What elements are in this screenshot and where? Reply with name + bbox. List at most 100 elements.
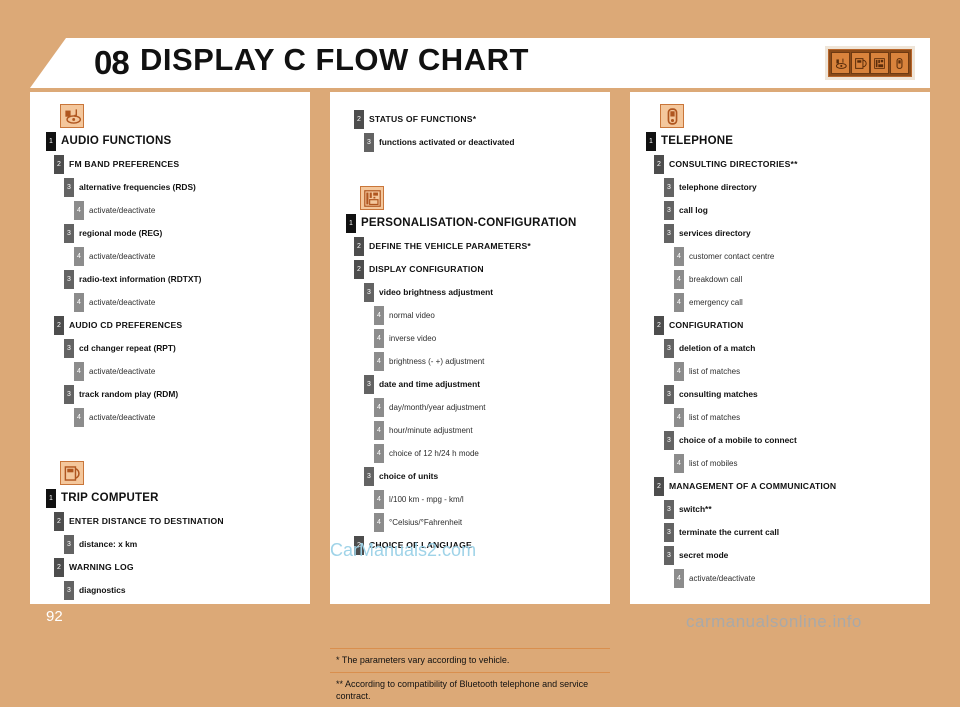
flow-row-label: PERSONALISATION-CONFIGURATION <box>361 217 577 229</box>
level-marker-4: 4 <box>674 270 684 289</box>
level-marker-4: 4 <box>374 444 384 463</box>
flow-row-label: activate/deactivate <box>89 298 156 307</box>
flow-row-label: brightness (- +) adjustment <box>389 357 485 366</box>
flow-row: 4 activate/deactivate <box>74 362 310 381</box>
page-header: 08 DISPLAY C FLOW CHART <box>30 38 930 88</box>
flow-row: 2 CONFIGURATION <box>654 316 930 335</box>
flow-row: 4 activate/deactivate <box>74 247 310 266</box>
flow-row-label: consulting matches <box>679 389 758 399</box>
flow-row: 3 regional mode (REG) <box>64 224 310 243</box>
level-marker-4: 4 <box>674 408 684 427</box>
flow-row-label: ENTER DISTANCE TO DESTINATION <box>69 516 224 526</box>
flow-row: 4 normal video <box>374 306 610 325</box>
level-marker-4: 4 <box>674 454 684 473</box>
flow-row: 2 MANAGEMENT OF A COMMUNICATION <box>654 477 930 496</box>
level-marker-4: 4 <box>74 201 84 220</box>
flow-row-label: secret mode <box>679 550 729 560</box>
flow-row-label: call log <box>679 205 708 215</box>
flow-row-label: TRIP COMPUTER <box>61 492 159 504</box>
flow-row: 2 CONSULTING DIRECTORIES** <box>654 155 930 174</box>
flow-row-label: CONFIGURATION <box>669 320 744 330</box>
flow-row-label: choice of units <box>379 471 439 481</box>
level-marker-4: 4 <box>674 293 684 312</box>
level-marker-4: 4 <box>374 490 384 509</box>
flow-row-label: activate/deactivate <box>89 367 156 376</box>
level-marker-2: 2 <box>354 260 364 279</box>
level-marker-2: 2 <box>54 512 64 531</box>
column-left-content: 1 AUDIO FUNCTIONS 2 FM BAND PREFERENCES 3 alt… <box>30 92 310 616</box>
flow-row-label: day/month/year adjustment <box>389 403 486 412</box>
flow-row: 4 day/month/year adjustment <box>374 398 610 417</box>
flow-row-label: telephone directory <box>679 182 757 192</box>
level-marker-3: 3 <box>64 270 74 289</box>
level-marker-3: 3 <box>64 535 74 554</box>
flow-row: 3 cd changer repeat (RPT) <box>64 339 310 358</box>
flow-row-label: DISPLAY CONFIGURATION <box>369 264 484 274</box>
level-marker-2: 2 <box>654 316 664 335</box>
level-marker-4: 4 <box>374 306 384 325</box>
flow-row: 3 date and time adjustment <box>364 375 610 394</box>
flow-row: 2 WARNING LOG <box>54 558 310 577</box>
level-marker-3: 3 <box>64 224 74 243</box>
flow-row: 3 secret mode <box>664 546 930 565</box>
level-marker-4: 4 <box>374 352 384 371</box>
flow-row-label: list of matches <box>689 413 741 422</box>
level-marker-3: 3 <box>664 385 674 404</box>
flow-row: 3 choice of a mobile to connect <box>664 431 930 450</box>
level-marker-3: 3 <box>664 523 674 542</box>
header-icon-box <box>825 46 915 80</box>
flow-row: 2 DEFINE THE VEHICLE PARAMETERS* <box>354 237 610 256</box>
level-marker-3: 3 <box>64 178 74 197</box>
flow-row-label: distance: x km <box>79 539 138 549</box>
flow-row-label: choice of 12 h/24 h mode <box>389 449 479 458</box>
flow-row: 4 brightness (- +) adjustment <box>374 352 610 371</box>
flow-row-label: activate/deactivate <box>89 206 156 215</box>
flow-row: 4 list of matches <box>674 408 930 427</box>
audio-icon <box>831 52 851 74</box>
flow-row: 4 emergency call <box>674 293 930 312</box>
level-marker-2: 2 <box>54 155 64 174</box>
flow-row: 3 distance: x km <box>64 535 310 554</box>
level-marker-3: 3 <box>664 224 674 243</box>
level-marker-4: 4 <box>674 569 684 588</box>
flow-row: 4 activate/deactivate <box>74 293 310 312</box>
level-marker-2: 2 <box>354 110 364 129</box>
flow-row-label: video brightness adjustment <box>379 287 494 297</box>
column-right: 1 TELEPHONE 2 CONSULTING DIRECTORIES** 3 tele… <box>630 92 930 604</box>
page-number: 92 <box>46 608 63 625</box>
trip-computer-icon <box>850 52 870 74</box>
flow-row: 3 switch** <box>664 500 930 519</box>
flow-row-label: functions activated or deactivated <box>379 137 515 147</box>
flow-row-label: inverse video <box>389 334 437 343</box>
level-marker-2: 2 <box>654 477 664 496</box>
level-marker-3: 3 <box>64 581 74 600</box>
flow-row: 4 l/100 km - mpg - km/l <box>374 490 610 509</box>
flow-row: 3 alternative frequencies (RDS) <box>64 178 310 197</box>
level-marker-4: 4 <box>74 293 84 312</box>
level-marker-2: 2 <box>54 316 64 335</box>
flow-row: 1 PERSONALISATION-CONFIGURATION <box>346 214 610 233</box>
flow-row-label: activate/deactivate <box>89 413 156 422</box>
flow-row: 3 call log <box>664 201 930 220</box>
flow-row-label: breakdown call <box>689 275 743 284</box>
flow-row: 3 video brightness adjustment <box>364 283 610 302</box>
column-right-content: 1 TELEPHONE 2 CONSULTING DIRECTORIES** 3 tele… <box>630 92 930 616</box>
level-marker-4: 4 <box>374 513 384 532</box>
footnote-1: * The parameters vary according to vehic… <box>330 648 610 671</box>
flow-row-label: AUDIO FUNCTIONS <box>61 135 172 147</box>
level-marker-1: 1 <box>46 132 56 151</box>
flow-row: 3 consulting matches <box>664 385 930 404</box>
level-marker-4: 4 <box>74 362 84 381</box>
personalisation-icon <box>360 186 384 210</box>
flow-row: 4 activate/deactivate <box>74 408 310 427</box>
level-marker-4: 4 <box>374 398 384 417</box>
flow-row: 4 list of mobiles <box>674 454 930 473</box>
flow-row-label: FM BAND PREFERENCES <box>69 159 180 169</box>
level-marker-3: 3 <box>664 178 674 197</box>
flow-row-label: diagnostics <box>79 585 126 595</box>
level-marker-2: 2 <box>54 558 64 577</box>
flow-row-label: switch** <box>679 504 712 514</box>
flow-row-label: radio-text information (RDTXT) <box>79 274 202 284</box>
personalisation-icon <box>870 52 890 74</box>
level-marker-4: 4 <box>674 362 684 381</box>
